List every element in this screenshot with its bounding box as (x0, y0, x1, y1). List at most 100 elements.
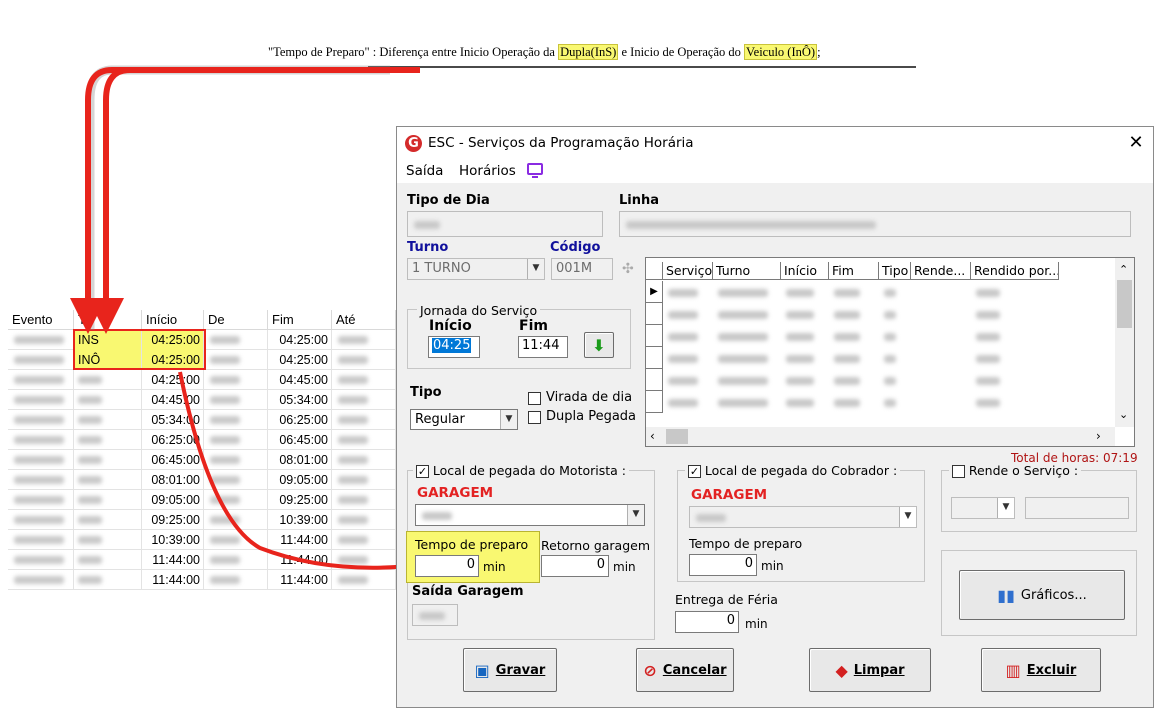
turno-select[interactable]: 1 TURNO ▼ (407, 258, 545, 280)
grid-row-header[interactable]: ▶ (646, 281, 663, 303)
grid-header-fim[interactable]: Fim (829, 262, 879, 280)
tipo-de-dia-label: Tipo de Dia (407, 193, 490, 208)
scroll-left-icon[interactable]: ‹ (650, 429, 655, 443)
scroll-down-icon[interactable]: ⌄ (1119, 408, 1128, 421)
menu-saida[interactable]: Saída (406, 163, 443, 179)
chevron-down-icon: ▼ (527, 259, 544, 279)
virada-label: Virada de dia (546, 390, 633, 405)
services-grid[interactable]: Serviço Turno Início Fim Tipo Rende... R… (645, 257, 1135, 447)
jornada-fim-input[interactable]: 11:44 (518, 336, 568, 358)
excluir-button[interactable]: ▥ Excluir (981, 648, 1101, 692)
cobrador-checkbox[interactable]: ✓ (688, 465, 701, 478)
entrega-feria-input[interactable]: 0 (675, 611, 739, 633)
cobrador-legend-wrap: ✓ Local de pegada do Cobrador : (685, 463, 901, 478)
menu-bar: Saída Horários (397, 159, 1153, 183)
cobrador-tempo-input[interactable]: 0 (689, 554, 757, 576)
app-logo-icon: G (405, 135, 422, 152)
jornada-inicio-value: 04:25 (432, 338, 472, 353)
saida-garagem-field[interactable] (412, 604, 458, 626)
gravar-button[interactable]: ▣ Gravar (463, 648, 557, 692)
dupla-label: Dupla Pegada (546, 409, 637, 424)
close-button[interactable]: ✕ (1124, 132, 1148, 154)
motorista-retorno-label: Retorno garagem (541, 538, 651, 553)
motorista-checkbox[interactable]: ✓ (416, 465, 429, 478)
motorista-retorno-input[interactable]: 0 (541, 555, 609, 577)
jornada-inicio-input[interactable]: 04:25 (428, 336, 480, 358)
chevron-down-icon: ▼ (627, 505, 644, 525)
grid-row[interactable]: ▶ (646, 281, 1115, 303)
cobrador-local-select[interactable]: ▼ (689, 506, 917, 528)
jornada-legend: Jornada do Serviço (417, 303, 541, 318)
tipo-select[interactable]: Regular ▼ (410, 409, 518, 430)
motorista-tempo-unit: min (483, 560, 506, 574)
cancel-icon: ⊘ (643, 660, 657, 680)
grid-row[interactable] (646, 347, 1115, 369)
rende-legend: Rende o Serviço : (968, 463, 1079, 478)
virada-checkbox[interactable] (528, 392, 541, 405)
excluir-label: Excluir (1026, 662, 1077, 678)
motorista-local-select[interactable]: ▼ (415, 504, 645, 526)
cancelar-label: Cancelar (662, 662, 727, 678)
grid-row[interactable] (646, 369, 1115, 391)
grid-header-turno[interactable]: Turno (713, 262, 781, 280)
motorista-tempo-input[interactable]: 0 (415, 555, 479, 577)
grid-corner (646, 262, 663, 280)
monitor-icon[interactable] (527, 163, 543, 178)
cancelar-button[interactable]: ⊘ Cancelar (636, 648, 734, 692)
limpar-label: Limpar (853, 662, 905, 678)
entrega-feria-unit: min (745, 617, 768, 631)
motorista-local: GARAGEM (417, 485, 494, 501)
rende-field[interactable] (1025, 497, 1129, 519)
grid-header-inicio[interactable]: Início (781, 262, 829, 280)
graficos-label: Gráficos... (1020, 587, 1087, 603)
codigo-field[interactable]: 001M (551, 258, 613, 280)
grid-row-header[interactable] (646, 369, 663, 391)
grid-row[interactable] (646, 325, 1115, 347)
arrow-down-button[interactable]: ⬇ (584, 332, 614, 358)
grid-row-header[interactable] (646, 303, 663, 325)
graficos-button[interactable]: ▮▮ Gráficos... (959, 570, 1125, 620)
jornada-fim-label: Fim (519, 318, 548, 334)
green-arrow-down-icon: ⬇ (592, 335, 606, 355)
grid-row-header[interactable] (646, 391, 663, 413)
title-bar: G ESC - Serviços da Programação Horária … (397, 127, 1153, 159)
rende-checkbox[interactable] (952, 465, 965, 478)
grid-header-servico[interactable]: Serviço (663, 262, 713, 280)
chevron-down-icon: ▼ (500, 410, 517, 429)
grid-row-header[interactable] (646, 347, 663, 369)
eraser-icon: ◆ (835, 660, 848, 680)
turno-label: Turno (407, 240, 449, 255)
grid-header-rendido-por[interactable]: Rendido por... (971, 262, 1059, 280)
grid-header-rende[interactable]: Rende... (911, 262, 971, 280)
tipo-label: Tipo (410, 385, 442, 400)
rende-select[interactable]: ▼ (951, 497, 1015, 519)
dupla-checkbox[interactable] (528, 411, 541, 424)
plus-icon[interactable]: ✣ (622, 261, 634, 277)
scroll-thumb[interactable] (1117, 280, 1132, 328)
entrega-feria-label: Entrega de Féria (675, 592, 778, 607)
scroll-up-icon[interactable]: ⌃ (1119, 263, 1128, 276)
motorista-retorno-unit: min (613, 560, 636, 574)
grid-vertical-scrollbar[interactable]: ⌃ ⌄ (1115, 258, 1134, 427)
grid-row-header[interactable] (646, 325, 663, 347)
grid-row[interactable] (646, 391, 1115, 413)
trash-icon: ▥ (1005, 660, 1021, 680)
grid-row[interactable] (646, 303, 1115, 325)
hscroll-thumb[interactable] (666, 429, 688, 444)
chevron-down-icon: ▼ (997, 498, 1014, 518)
scroll-right-icon[interactable]: › (1096, 429, 1101, 443)
rende-legend-wrap: Rende o Serviço : (949, 463, 1082, 478)
linha-label: Linha (619, 193, 660, 208)
motorista-tempo-label: Tempo de preparo (415, 537, 529, 552)
limpar-button[interactable]: ◆ Limpar (809, 648, 931, 692)
saida-garagem-label: Saída Garagem (412, 584, 524, 599)
menu-horarios[interactable]: Horários (459, 163, 516, 179)
linha-field[interactable] (619, 211, 1131, 237)
turno-value: 1 TURNO (412, 261, 471, 276)
cobrador-tempo-unit: min (761, 559, 784, 573)
grid-header-tipo[interactable]: Tipo (879, 262, 911, 280)
codigo-label: Código (550, 240, 601, 255)
grid-horizontal-scrollbar[interactable]: ‹ › (646, 427, 1115, 446)
motorista-legend: Local de pegada do Motorista : (432, 463, 626, 478)
tipo-de-dia-field[interactable] (407, 211, 603, 237)
